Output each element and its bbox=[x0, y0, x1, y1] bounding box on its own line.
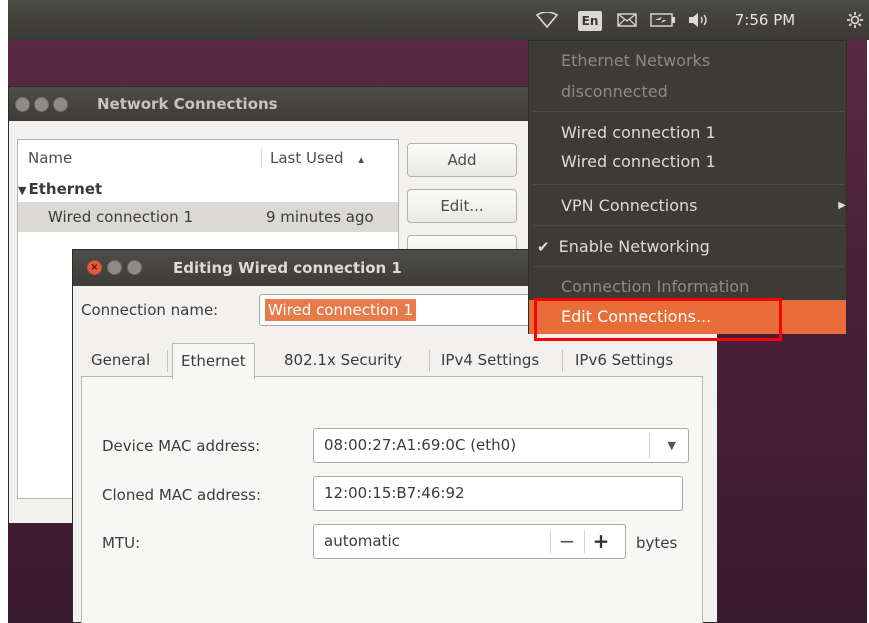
column-header-last-used[interactable]: Last Used ▴ bbox=[270, 140, 364, 176]
add-button[interactable]: Add bbox=[407, 143, 517, 177]
menu-separator bbox=[533, 266, 844, 267]
cloned-mac-input[interactable]: 12:00:15:B7:46:92 bbox=[313, 476, 683, 511]
device-mac-value: 08:00:27:A1:69:0C (eth0) bbox=[324, 436, 517, 454]
dropdown-arrow-icon[interactable]: ▼ bbox=[668, 429, 676, 462]
close-icon[interactable]: × bbox=[87, 260, 102, 275]
mtu-unit-label: bytes bbox=[636, 534, 678, 552]
mtu-label: MTU: bbox=[102, 534, 141, 552]
highlight-annotation-box bbox=[534, 298, 782, 341]
group-label: Ethernet bbox=[28, 180, 103, 198]
menu-item-vpn-connections[interactable]: VPN Connections ▶ bbox=[561, 191, 846, 221]
list-item-wired-connection[interactable]: Wired connection 1 9 minutes ago bbox=[18, 202, 398, 232]
tab-divider bbox=[562, 350, 563, 372]
settings-gear-icon[interactable] bbox=[842, 0, 868, 40]
cloned-mac-value: 12:00:15:B7:46:92 bbox=[324, 484, 465, 502]
spin-divider bbox=[584, 530, 585, 553]
column-header-name[interactable]: Name bbox=[28, 140, 72, 176]
language-label: En bbox=[581, 14, 599, 28]
menu-item-wired-connection-1[interactable]: Wired connection 1 bbox=[561, 118, 716, 148]
tab-general[interactable]: General bbox=[83, 343, 158, 377]
connection-name-label: Connection name: bbox=[81, 301, 219, 319]
spin-divider bbox=[550, 530, 551, 553]
vpn-label: VPN Connections bbox=[561, 196, 698, 215]
connection-name-input[interactable]: Wired connection 1 bbox=[259, 294, 539, 326]
minimize-button[interactable] bbox=[107, 260, 122, 275]
mail-icon[interactable] bbox=[614, 0, 640, 40]
mtu-spinbox[interactable]: automatic − + bbox=[313, 524, 626, 559]
nc-minimize-button[interactable] bbox=[34, 97, 49, 112]
group-row-ethernet[interactable]: ▼ Ethernet bbox=[18, 176, 398, 202]
tab-divider bbox=[167, 350, 168, 372]
checkmark-icon: ✔ bbox=[537, 238, 550, 256]
tab-8021x-security[interactable]: 802.1x Security bbox=[276, 343, 410, 377]
row-name: Wired connection 1 bbox=[48, 208, 193, 226]
mtu-decrement-button[interactable]: − bbox=[552, 525, 582, 558]
language-indicator[interactable]: En bbox=[578, 11, 602, 31]
network-indicator-menu: Ethernet Networks disconnected Wired con… bbox=[528, 40, 847, 334]
volume-icon[interactable] bbox=[684, 0, 714, 40]
menu-header-ethernet-networks: Ethernet Networks bbox=[561, 51, 711, 70]
menu-separator bbox=[533, 184, 844, 185]
cloned-mac-label: Cloned MAC address: bbox=[102, 486, 262, 504]
nc-titlebar: Network Connections bbox=[9, 87, 547, 121]
submenu-arrow-icon: ▶ bbox=[838, 200, 846, 211]
last-used-label: Last Used bbox=[270, 149, 344, 167]
device-mac-label: Device MAC address: bbox=[102, 437, 261, 455]
expander-down-icon: ▼ bbox=[18, 184, 27, 197]
network-wireless-icon[interactable] bbox=[532, 0, 562, 40]
top-panel: En 7:56 PM bbox=[8, 0, 869, 40]
row-last-used: 9 minutes ago bbox=[266, 208, 374, 226]
menu-item-enable-networking[interactable]: ✔ Enable Networking bbox=[537, 232, 710, 262]
enable-networking-label: Enable Networking bbox=[558, 237, 710, 256]
menu-separator bbox=[533, 111, 844, 112]
mtu-increment-button[interactable]: + bbox=[586, 525, 616, 558]
edit-title: Editing Wired connection 1 bbox=[173, 259, 402, 277]
nc-title: Network Connections bbox=[97, 95, 278, 113]
tab-ipv6-settings[interactable]: IPv6 Settings bbox=[567, 343, 681, 377]
edit-button[interactable]: Edit... bbox=[407, 189, 517, 223]
clock[interactable]: 7:56 PM bbox=[720, 0, 810, 40]
maximize-button[interactable] bbox=[127, 260, 142, 275]
tab-ipv4-settings[interactable]: IPv4 Settings bbox=[433, 343, 547, 377]
battery-icon[interactable] bbox=[648, 0, 678, 40]
nc-close-button[interactable] bbox=[15, 97, 30, 112]
nc-maximize-button[interactable] bbox=[53, 97, 68, 112]
tab-divider bbox=[429, 350, 430, 372]
column-divider bbox=[261, 148, 262, 168]
menu-item-wired-connection-1b[interactable]: Wired connection 1 bbox=[561, 147, 716, 177]
mtu-value: automatic bbox=[324, 532, 400, 550]
sort-ascending-icon: ▴ bbox=[358, 153, 364, 166]
connection-name-value: Wired connection 1 bbox=[265, 299, 416, 321]
ethernet-tab-panel: Device MAC address: 08:00:27:A1:69:0C (e… bbox=[81, 376, 703, 623]
menu-separator bbox=[533, 225, 844, 226]
device-mac-combo[interactable]: 08:00:27:A1:69:0C (eth0) ▼ bbox=[313, 428, 689, 463]
tab-ethernet[interactable]: Ethernet bbox=[172, 343, 255, 379]
menu-status-disconnected: disconnected bbox=[561, 82, 668, 101]
combo-divider bbox=[649, 433, 650, 458]
